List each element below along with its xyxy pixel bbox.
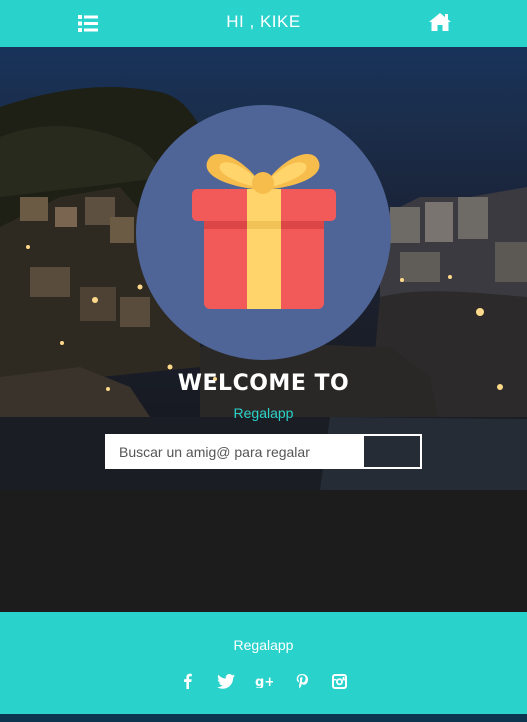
twitter-icon[interactable] — [216, 672, 235, 690]
gift-icon — [192, 154, 336, 309]
friend-search-input[interactable] — [105, 434, 362, 469]
facebook-icon[interactable] — [179, 672, 197, 690]
google-plus-icon[interactable]: g+ — [255, 672, 273, 690]
welcome-heading: WELCOME TO — [177, 371, 350, 396]
svg-text:g+: g+ — [255, 675, 273, 688]
bottom-strip — [0, 714, 527, 722]
pinterest-icon[interactable] — [293, 672, 311, 690]
top-navbar: HI , KIKE — [0, 0, 527, 47]
home-button[interactable] — [427, 10, 453, 34]
friend-search-bar — [105, 434, 422, 469]
social-links: g+ — [0, 672, 527, 690]
home-icon — [429, 13, 451, 31]
app-name: Regalapp — [233, 405, 294, 421]
footer-brand: Regalapp — [233, 637, 294, 653]
footer: Regalapp g+ — [0, 612, 527, 714]
search-submit-button[interactable] — [362, 434, 422, 469]
hero-banner: WELCOME TO Regalapp — [0, 47, 527, 490]
gift-circle — [136, 105, 391, 360]
instagram-icon[interactable] — [331, 672, 349, 690]
